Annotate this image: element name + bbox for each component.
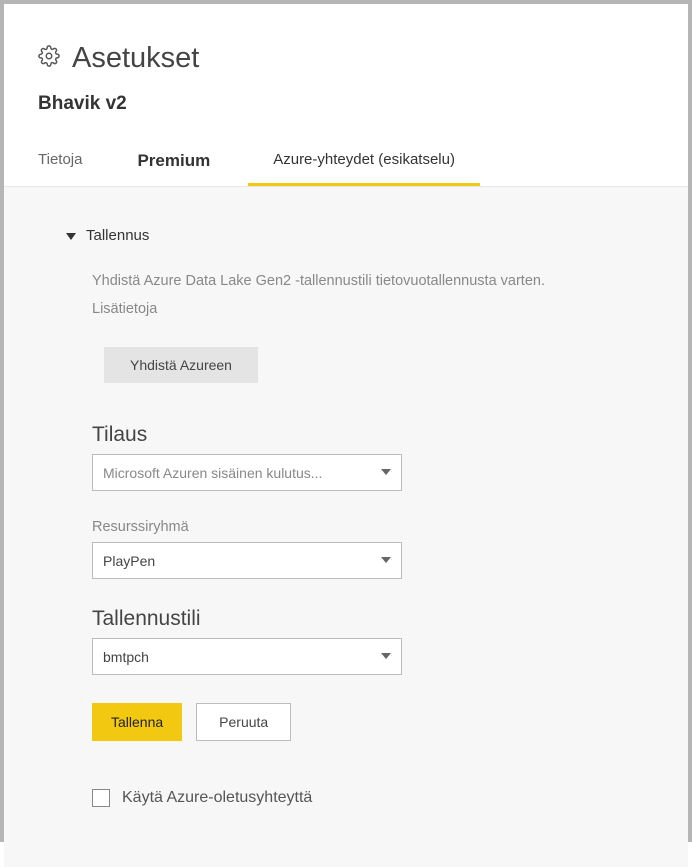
use-default-checkbox[interactable] [92, 789, 110, 807]
use-default-label: Käytä Azure-oletusyhteyttä [122, 789, 312, 807]
resource-group-select[interactable]: PlayPen [92, 542, 402, 579]
subscription-select[interactable]: Microsoft Azuren sisäinen kulutus... [92, 454, 402, 491]
tab-premium[interactable]: Premium [107, 137, 248, 186]
storage-account-label: Tallennustili [92, 607, 402, 631]
resource-group-label: Resurssiryhmä [92, 519, 402, 535]
storage-section-title: Tallennus [86, 227, 149, 244]
subscription-label: Tilaus [92, 423, 402, 447]
save-button[interactable]: Tallenna [92, 703, 182, 741]
resource-group-value: PlayPen [103, 553, 155, 569]
storage-section-header[interactable]: Tallennus [66, 227, 658, 244]
subscription-value: Microsoft Azuren sisäinen kulutus... [103, 465, 322, 481]
tab-info[interactable]: Tietoja [38, 137, 107, 186]
cancel-button[interactable]: Peruuta [196, 703, 291, 741]
storage-description: Yhdistä Azure Data Lake Gen2 -tallennust… [92, 268, 592, 323]
page-title: Asetukset [72, 42, 199, 75]
connect-azure-button[interactable]: Yhdistä Azureen [104, 347, 258, 383]
chevron-down-icon [381, 653, 391, 659]
tab-bar: Tietoja Premium Azure-yhteydet (esikatse… [4, 137, 688, 187]
chevron-down-icon [381, 469, 391, 475]
caret-down-icon [66, 233, 76, 240]
workspace-name: Bhavik v2 [38, 93, 654, 115]
chevron-down-icon [381, 557, 391, 563]
storage-account-select[interactable]: bmtpch [92, 638, 402, 675]
storage-account-value: bmtpch [103, 649, 149, 665]
tab-azure-connections[interactable]: Azure-yhteydet (esikatselu) [248, 137, 480, 186]
gear-icon [38, 45, 60, 73]
